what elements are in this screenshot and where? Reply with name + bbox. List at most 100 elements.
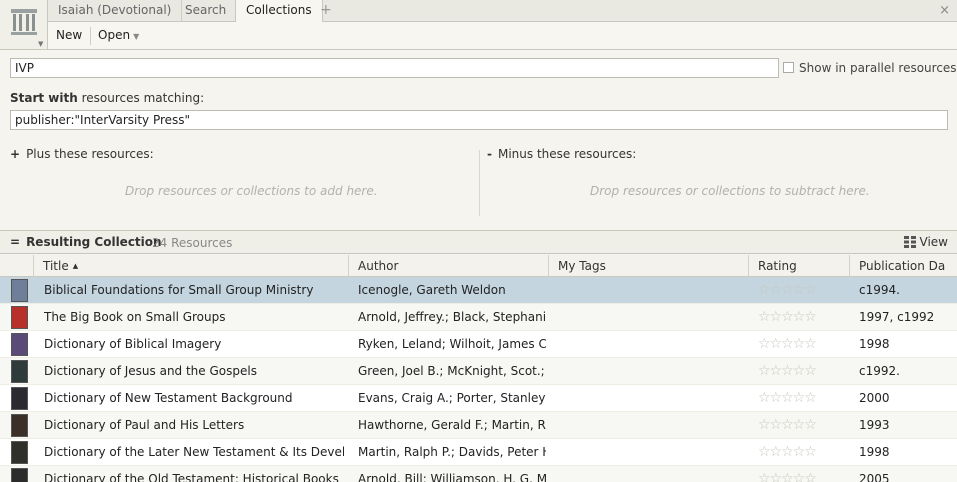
- library-columns-icon: [11, 9, 37, 35]
- row-author: Icenogle, Gareth Weldon: [358, 283, 506, 297]
- resulting-collection-title[interactable]: = Resulting Collection: [10, 235, 162, 249]
- table-row[interactable]: Dictionary of the Later New Testament & …: [0, 439, 957, 466]
- row-author: Ryken, Leland; Wilhoit, James C…: [358, 337, 546, 351]
- row-author: Hawthorne, Gerald F.; Martin, R…: [358, 418, 546, 432]
- row-author: Martin, Ralph P.; Davids, Peter H.: [358, 445, 546, 459]
- table-row[interactable]: Dictionary of Paul and His Letters Hawth…: [0, 412, 957, 439]
- start-with-rest: resources matching:: [77, 91, 205, 105]
- row-title: Dictionary of New Testament Background: [44, 391, 293, 405]
- row-author: Arnold, Jeffrey.; Black, Stephanie.: [358, 310, 546, 324]
- sort-ascending-icon: ▲: [72, 262, 79, 270]
- resource-count: 24 Resources: [152, 236, 233, 250]
- row-title: Dictionary of the Later New Testament & …: [44, 445, 344, 459]
- start-with-label: Start with resources matching:: [10, 91, 204, 105]
- row-tags[interactable]: [558, 466, 746, 482]
- row-publication-date: 1993: [859, 418, 890, 432]
- app-menu-button[interactable]: ▼: [0, 0, 48, 50]
- resulting-collection-header: = Resulting Collection 24 Resources View: [0, 230, 957, 254]
- row-tags[interactable]: [558, 304, 746, 331]
- row-title: Dictionary of Paul and His Letters: [44, 418, 245, 432]
- column-header-author[interactable]: Author: [348, 255, 548, 277]
- row-author: Green, Joel B.; McKnight, Scot.;…: [358, 364, 546, 378]
- book-cover-thumbnail: [11, 414, 28, 437]
- row-title: Dictionary of Jesus and the Gospels: [44, 364, 257, 378]
- book-cover-thumbnail: [11, 279, 28, 302]
- table-row[interactable]: Biblical Foundations for Small Group Min…: [0, 277, 957, 304]
- row-author: Evans, Craig A.; Porter, Stanley E.: [358, 391, 546, 405]
- star-rating[interactable]: ☆☆☆☆☆: [758, 385, 848, 412]
- column-header-my-tags[interactable]: My Tags: [548, 255, 748, 277]
- view-button[interactable]: View: [903, 235, 948, 249]
- toolbar-divider: [90, 27, 91, 45]
- collapse-icon: =: [10, 235, 21, 249]
- column-title-label: Title: [43, 259, 69, 273]
- chevron-down-icon: ▼: [133, 32, 140, 41]
- row-author: Arnold, Bill; Williamson, H. G. M.: [358, 472, 546, 482]
- minus-resources-label: - Minus these resources:: [487, 147, 636, 161]
- column-header-publication-date[interactable]: Publication Da: [849, 255, 957, 277]
- plus-drop-zone[interactable]: Drop resources or collections to add her…: [125, 184, 378, 198]
- tab-search[interactable]: Search: [175, 0, 238, 22]
- row-tags[interactable]: [558, 277, 746, 304]
- column-header-rating[interactable]: Rating: [748, 255, 849, 277]
- plus-label-text: Plus these resources:: [26, 147, 154, 161]
- toolbar: New Open ▼: [48, 22, 957, 50]
- table-row[interactable]: Dictionary of the Old Testament: Histori…: [0, 466, 957, 482]
- row-title: Biblical Foundations for Small Group Min…: [44, 283, 314, 297]
- tab-bar: Isaiah (Devotional) Search Collections +…: [0, 0, 957, 23]
- tab-isaiah-devotional[interactable]: Isaiah (Devotional): [48, 0, 183, 22]
- star-rating[interactable]: ☆☆☆☆☆: [758, 277, 848, 304]
- minus-label-text: Minus these resources:: [497, 147, 637, 161]
- close-panel-button[interactable]: ×: [939, 3, 950, 18]
- book-cover-thumbnail: [11, 441, 28, 464]
- book-cover-thumbnail: [11, 468, 28, 482]
- chevron-down-icon: ▼: [38, 40, 44, 48]
- minus-drop-zone[interactable]: Drop resources or collections to subtrac…: [590, 184, 870, 198]
- row-publication-date: c1992.: [859, 364, 900, 378]
- star-rating[interactable]: ☆☆☆☆☆: [758, 304, 848, 331]
- column-header-row: Title ▲ Author My Tags Rating Publication…: [0, 255, 957, 277]
- show-in-parallel-label: Show in parallel resources: [799, 61, 957, 75]
- collection-name-input[interactable]: [10, 58, 779, 78]
- row-publication-date: 1998: [859, 445, 890, 459]
- row-publication-date: c1994.: [859, 283, 900, 297]
- star-rating[interactable]: ☆☆☆☆☆: [758, 331, 848, 358]
- row-tags[interactable]: [558, 439, 746, 466]
- row-publication-date: 1998: [859, 337, 890, 351]
- open-menu-button[interactable]: Open ▼: [94, 27, 143, 45]
- book-cover-thumbnail: [11, 306, 28, 329]
- drop-zone-divider: [479, 150, 480, 216]
- row-title: The Big Book on Small Groups: [44, 310, 226, 324]
- grid-view-icon: [903, 236, 916, 248]
- row-tags[interactable]: [558, 385, 746, 412]
- star-rating[interactable]: ☆☆☆☆☆: [758, 358, 848, 385]
- new-button[interactable]: New: [52, 27, 86, 45]
- tab-collections[interactable]: Collections: [235, 0, 323, 23]
- query-input[interactable]: [10, 110, 948, 130]
- star-rating[interactable]: ☆☆☆☆☆: [758, 466, 848, 482]
- row-tags[interactable]: [558, 358, 746, 385]
- row-publication-date: 2005: [859, 472, 890, 482]
- table-row[interactable]: The Big Book on Small Groups Arnold, Jef…: [0, 304, 957, 331]
- row-publication-date: 2000: [859, 391, 890, 405]
- book-cover-thumbnail: [11, 387, 28, 410]
- show-in-parallel-checkbox[interactable]: Show in parallel resources: [783, 61, 957, 75]
- resulting-collection-label: Resulting Collection: [26, 235, 162, 249]
- row-title: Dictionary of the Old Testament: Histori…: [44, 472, 339, 482]
- row-tags[interactable]: [558, 331, 746, 358]
- table-row[interactable]: Dictionary of Jesus and the Gospels Gree…: [0, 358, 957, 385]
- checkbox-icon: [783, 62, 794, 73]
- book-cover-thumbnail: [11, 333, 28, 356]
- table-row[interactable]: Dictionary of New Testament Background E…: [0, 385, 957, 412]
- star-rating[interactable]: ☆☆☆☆☆: [758, 412, 848, 439]
- row-title: Dictionary of Biblical Imagery: [44, 337, 222, 351]
- column-header-title[interactable]: Title ▲: [33, 255, 348, 277]
- results-table: Biblical Foundations for Small Group Min…: [0, 277, 957, 482]
- add-tab-button[interactable]: +: [320, 2, 332, 18]
- plus-resources-label: + Plus these resources:: [10, 147, 154, 161]
- row-publication-date: 1997, c1992: [859, 310, 935, 324]
- table-row[interactable]: Dictionary of Biblical Imagery Ryken, Le…: [0, 331, 957, 358]
- row-tags[interactable]: [558, 412, 746, 439]
- star-rating[interactable]: ☆☆☆☆☆: [758, 439, 848, 466]
- view-label: View: [919, 235, 948, 249]
